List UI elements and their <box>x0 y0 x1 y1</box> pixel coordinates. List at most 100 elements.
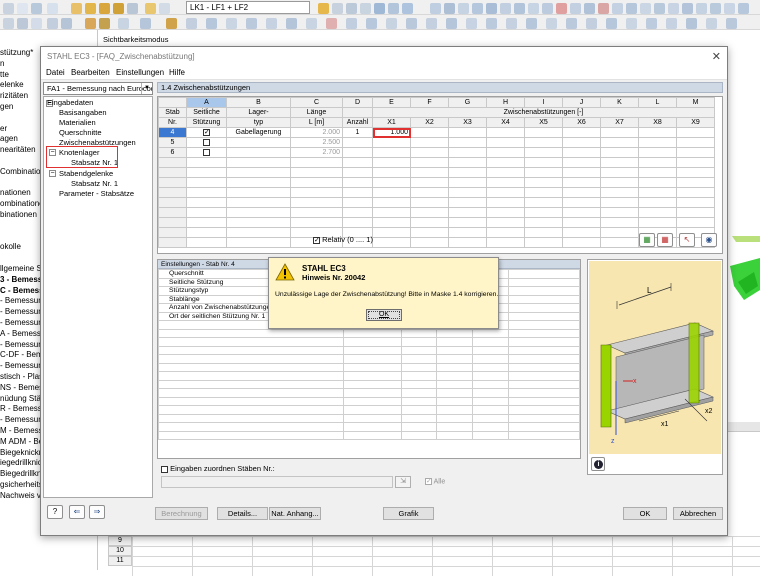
toolbar-icon[interactable] <box>444 3 455 14</box>
toolbar-icon[interactable] <box>682 3 693 14</box>
x8-cell[interactable] <box>638 147 677 158</box>
toolbar-icon[interactable] <box>386 18 397 29</box>
berechnung-button[interactable]: Berechnung <box>155 507 208 520</box>
lagertyp-cell[interactable] <box>226 147 291 158</box>
toolbar-icon[interactable] <box>500 3 511 14</box>
toolbar-icon[interactable] <box>598 3 609 14</box>
toolbar-icon[interactable] <box>145 3 156 14</box>
toolbar-icon[interactable] <box>542 3 553 14</box>
toolbar-icon[interactable] <box>374 3 385 14</box>
select-members-icon[interactable]: ⇲ <box>395 476 411 488</box>
column-header-b[interactable]: B <box>226 97 291 108</box>
background-nav-item[interactable]: tte <box>0 70 9 79</box>
all-checkbox[interactable]: ✓ <box>425 478 432 485</box>
x9-cell[interactable] <box>676 147 715 158</box>
toolbar-icon[interactable] <box>706 18 717 29</box>
table-row[interactable]: 5 2.500 <box>158 137 715 148</box>
all-checkbox-row[interactable]: ✓ Alle <box>425 478 445 485</box>
anzahl-cell[interactable] <box>342 147 373 158</box>
background-nav-item[interactable]: gen <box>0 102 13 111</box>
toolbar-icon[interactable] <box>360 3 371 14</box>
toolbar-icon[interactable] <box>514 3 525 14</box>
row-number[interactable]: 4 <box>158 127 187 138</box>
toolbar-icon[interactable] <box>71 3 82 14</box>
toolbar-icon[interactable] <box>118 18 129 29</box>
column-header-k[interactable]: K <box>600 97 639 108</box>
close-icon[interactable]: ✕ <box>712 50 721 63</box>
x6-cell[interactable] <box>562 127 601 138</box>
toolbar-icon[interactable] <box>166 18 177 29</box>
x6-cell[interactable] <box>562 147 601 158</box>
x4-cell[interactable] <box>486 137 525 148</box>
ok-button[interactable]: OK <box>623 507 667 520</box>
x8-cell[interactable] <box>638 137 677 148</box>
toolbar-icon[interactable] <box>246 18 257 29</box>
toolbar-icon[interactable] <box>570 3 581 14</box>
column-header-d[interactable]: D <box>342 97 373 108</box>
toolbar-icon[interactable] <box>17 18 28 29</box>
background-nav-item[interactable]: - Bemessun <box>0 318 43 327</box>
menu-hilfe[interactable]: Hilfe <box>169 68 185 77</box>
toolbar-icon[interactable] <box>640 3 651 14</box>
toolbar-icon[interactable] <box>666 18 677 29</box>
column-header-m[interactable]: M <box>676 97 715 108</box>
table-row[interactable]: 4 ✓ Gabellagerung 2.000 1 1.000 <box>158 127 715 138</box>
toolbar-icon[interactable] <box>584 3 595 14</box>
excel-import-icon[interactable]: ▦ <box>657 233 673 247</box>
relative-checkbox-row[interactable]: ✓ Relativ (0 .... 1) <box>313 235 373 244</box>
background-nav-item[interactable]: n <box>0 59 4 68</box>
toolbar-icon[interactable] <box>85 18 96 29</box>
relative-checkbox[interactable]: ✓ <box>313 236 320 244</box>
column-header-e[interactable]: E <box>372 97 411 108</box>
x6-cell[interactable] <box>562 137 601 148</box>
info-icon[interactable]: i <box>591 457 605 471</box>
toolbar-icon[interactable] <box>458 3 469 14</box>
column-header-h[interactable]: H <box>486 97 525 108</box>
x3-cell[interactable] <box>448 137 487 148</box>
menu-datei[interactable]: Datei <box>46 68 65 77</box>
tree-item-querschnitte[interactable]: Querschnitte <box>59 128 102 137</box>
toolbar-icon[interactable] <box>127 3 138 14</box>
toolbar-icon[interactable] <box>486 3 497 14</box>
undo-icon[interactable] <box>47 3 58 14</box>
background-nav-item[interactable]: rizitäten <box>0 91 28 100</box>
background-nav-item[interactable]: okolle <box>0 242 21 251</box>
tree-item-basisangaben[interactable]: Basisangaben <box>59 108 107 117</box>
toolbar-icon[interactable] <box>606 18 617 29</box>
lagertyp-cell[interactable] <box>226 137 291 148</box>
column-header-j[interactable]: J <box>562 97 601 108</box>
x5-cell[interactable] <box>524 127 563 138</box>
tree-item-eingabedaten[interactable]: Eingabedaten <box>47 98 93 107</box>
toolbar-icon[interactable] <box>332 3 343 14</box>
side-tab-label[interactable]: Sichtbarkeitsmodus <box>103 35 168 44</box>
background-nav-item[interactable]: - Bemessun <box>0 307 43 316</box>
toolbar-icon[interactable] <box>61 18 72 29</box>
toolbar-icon[interactable] <box>446 18 457 29</box>
toolbar-icon[interactable] <box>3 18 14 29</box>
next-mask-icon[interactable]: ⇒ <box>89 505 105 519</box>
column-header-l[interactable]: L <box>638 97 677 108</box>
toolbar-icon[interactable] <box>388 3 399 14</box>
seitliche-stuetzung-checkbox[interactable] <box>203 138 210 146</box>
x3-cell[interactable] <box>448 127 487 138</box>
toolbar-icon[interactable] <box>646 18 657 29</box>
toolbar-icon[interactable] <box>556 3 567 14</box>
x2-cell[interactable] <box>410 127 449 138</box>
toolbar-icon[interactable] <box>326 18 337 29</box>
toolbar-icon[interactable] <box>626 3 637 14</box>
background-nav-item[interactable]: nüdung Stäb <box>0 394 45 403</box>
assign-members-input[interactable] <box>161 476 393 488</box>
toolbar-icon[interactable] <box>506 18 517 29</box>
seitliche-stuetzung-checkbox[interactable]: ✓ <box>203 128 210 136</box>
background-nav-item[interactable]: - Bemessun <box>0 361 43 370</box>
toolbar-icon[interactable] <box>406 18 417 29</box>
grafik-button[interactable]: Grafik <box>383 507 434 520</box>
toolbar-icon[interactable] <box>266 18 277 29</box>
x2-cell[interactable] <box>410 147 449 158</box>
tree-item-stabendgelenke[interactable]: Stabendgelenke <box>59 169 113 178</box>
x9-cell[interactable] <box>676 127 715 138</box>
toolbar-icon[interactable] <box>430 3 441 14</box>
design-case-combo[interactable]: FA1 - Bemessung nach Eurocod ▼ <box>43 82 153 95</box>
toolbar-icon[interactable] <box>696 3 707 14</box>
x4-cell[interactable] <box>486 127 525 138</box>
